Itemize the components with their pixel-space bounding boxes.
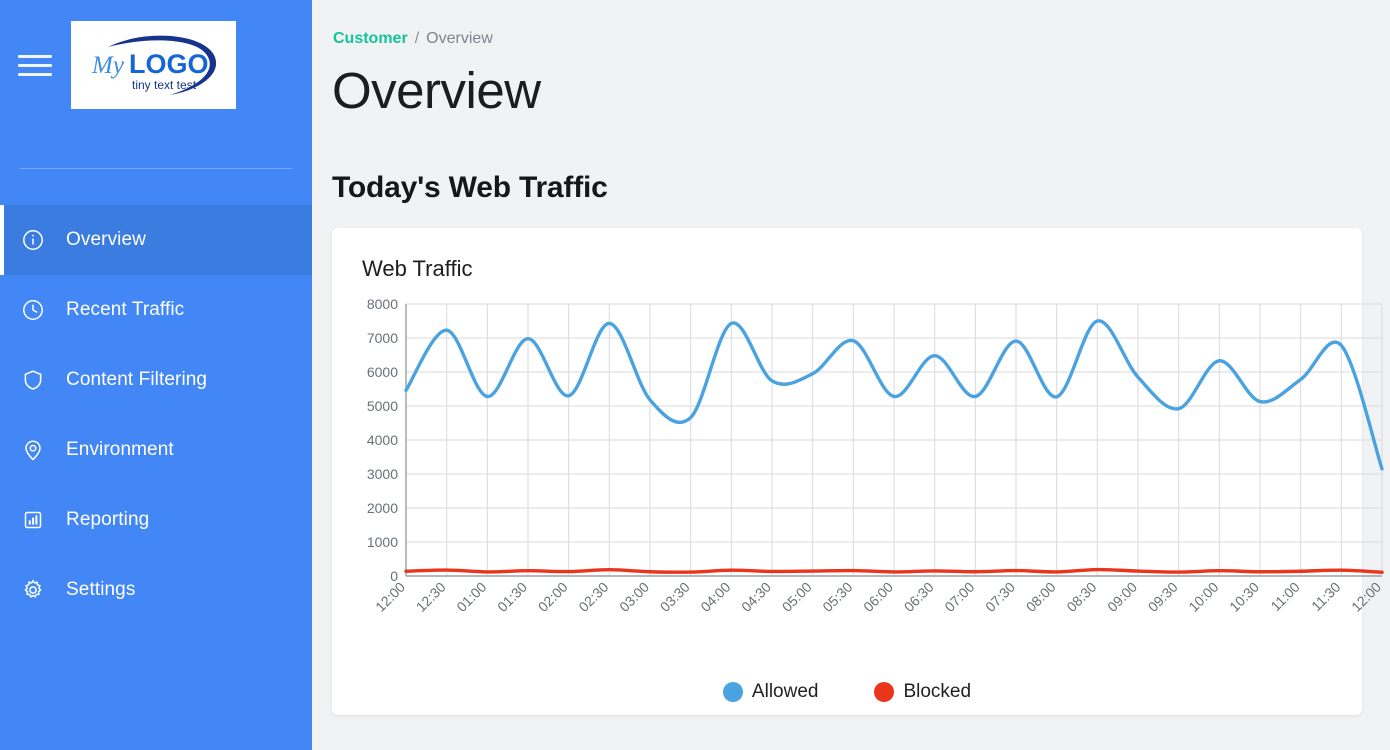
x-tick-label: 04:00	[697, 578, 733, 614]
breadcrumb-root[interactable]: Customer	[333, 30, 408, 48]
sidebar-item-settings[interactable]: Settings	[0, 555, 312, 625]
x-tick-label: 03:30	[657, 578, 693, 614]
web-traffic-line-chart[interactable]: 01000200030004000500060007000800012:0012…	[358, 296, 1388, 646]
x-tick-label: 11:00	[1267, 578, 1303, 614]
y-tick-label: 1000	[367, 534, 398, 550]
x-tick-label: 12:00	[372, 578, 408, 614]
map-pin-icon	[18, 435, 48, 465]
legend-color-dot	[723, 682, 743, 702]
x-tick-label: 10:00	[1185, 578, 1221, 614]
logo-tagline-text: tiny text test	[132, 78, 197, 92]
clock-icon	[18, 295, 48, 325]
y-tick-label: 7000	[367, 330, 398, 346]
legend-item-blocked[interactable]: Blocked	[874, 681, 971, 703]
sidebar-item-label: Environment	[66, 439, 174, 461]
legend-label: Blocked	[903, 681, 971, 703]
y-tick-label: 4000	[367, 432, 398, 448]
sidebar-item-reporting[interactable]: Reporting	[0, 485, 312, 555]
logo[interactable]: My LOGO tiny text test	[71, 21, 236, 109]
x-tick-label: 10:30	[1226, 578, 1262, 614]
y-tick-label: 3000	[367, 466, 398, 482]
sidebar-item-label: Reporting	[66, 509, 149, 531]
page-title: Overview	[332, 62, 1362, 121]
x-tick-label: 09:30	[1145, 578, 1181, 614]
section-title: Today's Web Traffic	[332, 171, 1362, 205]
x-tick-label: 07:30	[982, 578, 1018, 614]
x-tick-label: 03:00	[616, 578, 652, 614]
x-tick-label: 12:00	[1348, 578, 1384, 614]
app-root: My LOGO tiny text test	[0, 0, 1390, 750]
shield-icon	[18, 365, 48, 395]
sidebar: My LOGO tiny text test	[0, 0, 312, 750]
sidebar-item-overview[interactable]: Overview	[0, 205, 312, 275]
sidebar-item-label: Overview	[66, 229, 146, 251]
x-tick-label: 02:00	[535, 578, 571, 614]
svg-text:My: My	[91, 52, 125, 79]
x-tick-label: 08:00	[1023, 578, 1059, 614]
breadcrumb: Customer / Overview	[333, 30, 1362, 48]
sidebar-item-label: Settings	[66, 579, 135, 601]
card-title: Web Traffic	[362, 256, 1336, 282]
x-tick-label: 08:30	[1063, 578, 1099, 614]
legend-label: Allowed	[752, 681, 819, 703]
x-tick-label: 09:00	[1104, 578, 1140, 614]
sidebar-item-recent-traffic[interactable]: Recent Traffic	[0, 275, 312, 345]
sidebar-item-label: Content Filtering	[66, 369, 207, 391]
sidebar-header: My LOGO tiny text test	[0, 0, 312, 130]
x-tick-label: 05:00	[779, 578, 815, 614]
x-tick-label: 02:30	[575, 578, 611, 614]
y-tick-label: 6000	[367, 364, 398, 380]
chart-legend: Allowed Blocked	[332, 681, 1362, 703]
x-tick-label: 01:30	[494, 578, 530, 614]
x-tick-label: 01:00	[453, 578, 489, 614]
x-tick-label: 11:30	[1308, 578, 1344, 614]
y-tick-label: 8000	[367, 296, 398, 312]
logo-graphic: My LOGO tiny text test	[74, 25, 234, 105]
y-tick-label: 2000	[367, 500, 398, 516]
x-tick-label: 05:30	[819, 578, 855, 614]
x-tick-label: 06:30	[901, 578, 937, 614]
sidebar-nav: Overview Recent Traffic Content Fil	[0, 205, 312, 625]
sidebar-item-content-filtering[interactable]: Content Filtering	[0, 345, 312, 415]
breadcrumb-current: Overview	[426, 30, 493, 48]
legend-item-allowed[interactable]: Allowed	[723, 681, 819, 703]
bar-chart-icon	[18, 505, 48, 535]
legend-color-dot	[874, 682, 894, 702]
sidebar-item-environment[interactable]: Environment	[0, 415, 312, 485]
x-tick-label: 06:00	[860, 578, 896, 614]
x-tick-label: 07:00	[941, 578, 977, 614]
chart-container: 01000200030004000500060007000800012:0012…	[358, 296, 1336, 646]
x-tick-label: 04:30	[738, 578, 774, 614]
info-circle-icon	[18, 225, 48, 255]
y-tick-label: 5000	[367, 398, 398, 414]
breadcrumb-separator: /	[415, 30, 419, 48]
sidebar-item-label: Recent Traffic	[66, 299, 184, 321]
hamburger-icon[interactable]	[18, 48, 52, 82]
main-content: Customer / Overview Overview Today's Web…	[312, 0, 1390, 750]
web-traffic-card: Web Traffic 0100020003000400050006000700…	[332, 228, 1362, 715]
svg-text:LOGO: LOGO	[129, 49, 209, 79]
sidebar-divider	[20, 168, 292, 169]
gear-icon	[18, 575, 48, 605]
svg-text:tiny text test: tiny text test	[132, 78, 197, 92]
x-tick-label: 12:30	[413, 578, 449, 614]
